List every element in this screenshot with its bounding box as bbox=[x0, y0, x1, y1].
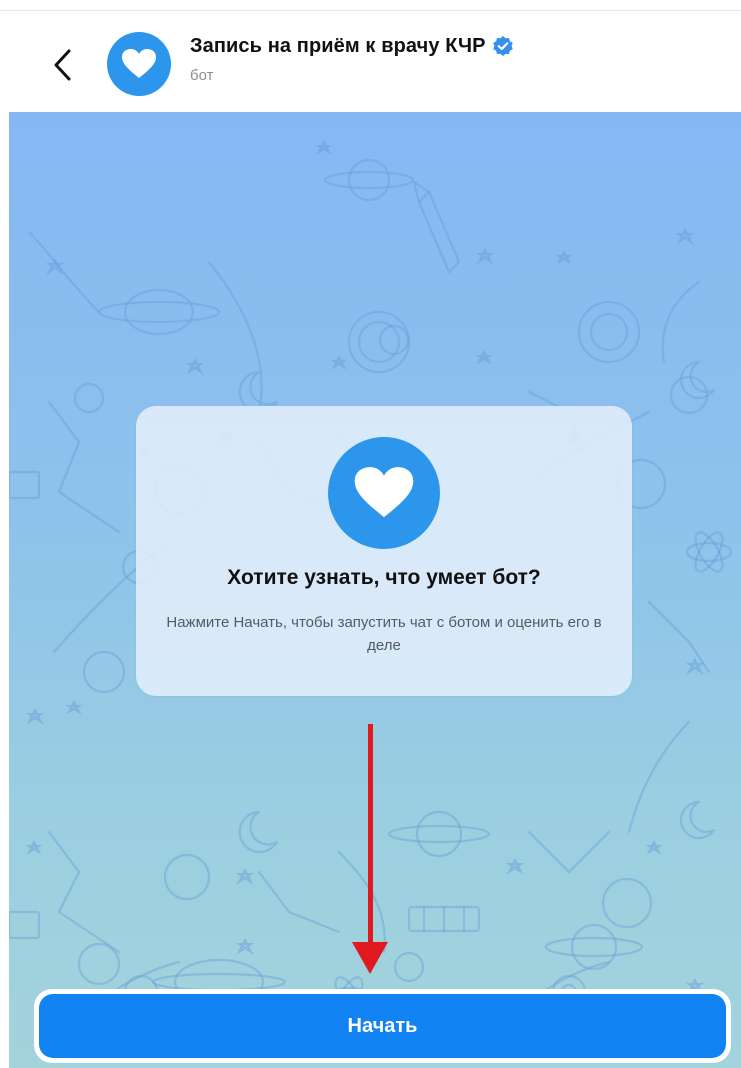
back-button[interactable] bbox=[46, 45, 80, 85]
chat-subtitle: бот bbox=[190, 67, 214, 84]
annotation-arrow-line bbox=[368, 724, 373, 946]
card-title: Хотите узнать, что умеет бот? bbox=[227, 566, 541, 589]
heart-icon bbox=[354, 467, 414, 518]
chat-title-row[interactable]: Запись на приём к врачу КЧР bbox=[190, 31, 514, 61]
start-button[interactable]: Начать bbox=[39, 994, 726, 1058]
start-button-container: Начать bbox=[34, 989, 731, 1063]
telegram-bot-screen: Запись на приём к врачу КЧР бот Хотите у… bbox=[0, 0, 741, 1068]
bot-info-card: Хотите узнать, что умеет бот? Нажмите На… bbox=[136, 406, 632, 696]
avatar[interactable] bbox=[107, 32, 171, 96]
chat-title: Запись на приём к врачу КЧР bbox=[190, 34, 486, 57]
chat-header: Запись на приём к врачу КЧР бот bbox=[0, 11, 741, 112]
chat-background: Хотите узнать, что умеет бот? Нажмите На… bbox=[9, 112, 741, 1068]
chevron-left-icon bbox=[54, 49, 71, 81]
card-description: Нажмите Начать, чтобы запустить чат с бо… bbox=[166, 614, 602, 654]
heart-icon bbox=[122, 49, 156, 78]
bot-avatar bbox=[328, 437, 440, 549]
annotation-arrow-head bbox=[352, 942, 388, 974]
verified-badge-icon bbox=[492, 35, 514, 57]
